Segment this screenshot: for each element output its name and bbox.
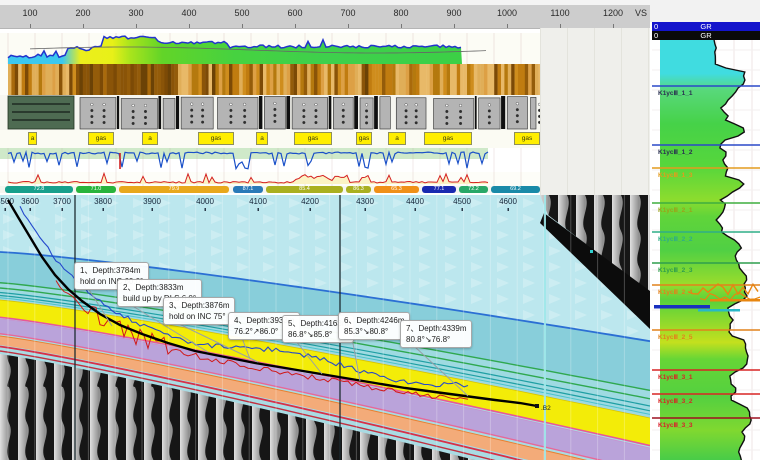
ribbon-segment: 79.9 <box>119 186 229 193</box>
ruler-tickmark <box>30 24 31 28</box>
ruler-tick: 300 <box>128 8 143 18</box>
gas-show-label: gas <box>424 132 472 145</box>
ruler-tick: 900 <box>446 8 461 18</box>
gas-show-label: gas <box>198 132 234 145</box>
ribbon-segment: 72.2 <box>459 186 488 193</box>
ribbon-segment: 77.1 <box>422 186 456 193</box>
annotation-depth-text: 7、Depth:4339m <box>406 323 466 334</box>
ribbon-segment: 72.8 <box>5 186 73 193</box>
ruler-tick: 500 <box>234 8 249 18</box>
annotation-note-text: 85.3°↘80.8° <box>344 326 404 337</box>
horizon-label: K1ycⅢ_1_1 <box>658 89 693 97</box>
ruler-tick: 1100 <box>550 8 569 18</box>
section-depth-tick: 3600 <box>21 197 39 206</box>
gas-show-label: a <box>388 132 406 145</box>
ruler-tickmark <box>242 24 243 28</box>
track-gas-shows[interactable]: a gas a gas a gas gas a gas gas <box>0 130 540 148</box>
section-depth-tick: 3700 <box>53 197 71 206</box>
annotation-depth-text: 6、Depth:4246m <box>344 315 404 326</box>
ruler-tick: 1000 <box>497 8 517 18</box>
track-gamma-curve[interactable] <box>0 33 540 64</box>
ribbon-segment: 69.2 <box>491 186 540 193</box>
horizon-label: K1ycⅢ_3_2 <box>658 397 693 405</box>
annotation-depth-text: 2、Depth:3833m <box>123 282 196 293</box>
ribbon-segment: 86.3 <box>346 186 371 193</box>
ruler-tick: 400 <box>181 8 196 18</box>
ribbon-segment: 65.3 <box>374 186 419 193</box>
horizon-label: K1ycⅢ_3_3 <box>658 421 693 429</box>
ruler-vs-label: VS <box>635 8 647 18</box>
section-depth-tick: 4200 <box>301 197 319 206</box>
type-well-gr-log[interactable]: K1ycⅢ_1_1 K1ycⅢ_1_2 K1ycⅢ_1_3 K1ycⅢ_2_1 K1yc… <box>652 40 760 460</box>
track-image-log[interactable] <box>0 64 540 95</box>
geosteering-app-window: 100 200 300 400 500 600 700 800 900 1000 1100 1200 V… <box>0 0 760 460</box>
gr-curve-name: GR <box>652 22 760 31</box>
horizon-label: K1ycⅢ_2_5 <box>658 333 693 341</box>
gas-show-label: gas <box>294 132 332 145</box>
ruler-tick: 100 <box>22 8 37 18</box>
ruler-tickmark <box>136 24 137 28</box>
depth-annotation-callout[interactable]: 7、Depth:4339m80.8°↘76.8° <box>400 320 472 348</box>
gr-curve-name: GR <box>652 31 760 40</box>
annotation-note-text: hold on INC 75° <box>169 311 229 322</box>
gas-show-label: a <box>142 132 158 145</box>
horizon-label: K1ycⅢ_2_1 <box>658 206 693 214</box>
gas-show-label: gas <box>88 132 114 145</box>
ruler-tickmark <box>189 24 190 28</box>
vs-distance-ruler[interactable]: 100 200 300 400 500 600 700 800 900 1000 1100 1200 V… <box>0 0 650 29</box>
ribbon-segment: 71.0 <box>76 186 116 193</box>
section-depth-tick: 4500 <box>453 197 471 206</box>
section-depth-tick: 3500 <box>0 197 14 206</box>
ruler-tickmark <box>348 24 349 28</box>
ruler-tickmark <box>401 24 402 28</box>
section-depth-tick: 4100 <box>249 197 267 206</box>
type-well-panel[interactable]: 0 GR 0 GR K1ycⅢ_1_1K1ycⅢ_1_2K1ycⅢ_1_3K1y… <box>652 0 760 460</box>
track-right-filler <box>540 28 650 195</box>
ruler-tick: 600 <box>287 8 302 18</box>
ribbon-segment: 87.1 <box>233 186 263 193</box>
track-lithology[interactable] <box>0 95 540 130</box>
gas-show-label: a <box>256 132 268 145</box>
gr-curve-header-blue[interactable]: 0 GR <box>652 22 760 31</box>
annotation-note-text: 80.8°↘76.8° <box>406 334 466 345</box>
section-depth-tick: 3800 <box>94 197 112 206</box>
section-depth-tick: 4000 <box>196 197 214 206</box>
ribbon-segment: 85.4 <box>266 186 343 193</box>
segment-average-ribbon[interactable]: 72.871.079.9 87.185.486.365.377.172.269.2 <box>0 186 540 193</box>
type-well-panel-header-filler <box>652 0 760 22</box>
annotation-depth-text: 1、Depth:3784m <box>80 265 143 276</box>
ruler-tickmark <box>454 24 455 28</box>
horizon-label: K1ycⅢ_1_2 <box>658 148 693 156</box>
gas-show-label: a <box>28 132 37 145</box>
horizon-label: K1ycⅢ_1_3 <box>658 171 693 179</box>
ruler-tick: 1200 <box>603 8 623 18</box>
trajectory-end-label: .B2 <box>541 405 551 412</box>
depth-annotation-callout[interactable]: 3、Depth:3876mhold on INC 75° <box>163 297 235 325</box>
horizon-label: K1ycⅢ_3_1 <box>658 373 693 381</box>
annotation-depth-text: 3、Depth:3876m <box>169 300 229 311</box>
ruler-tickmark <box>295 24 296 28</box>
section-depth-tick: 4600 <box>499 197 517 206</box>
ruler-tickmark <box>507 24 508 28</box>
horizon-label: K1ycⅢ_2_3 <box>658 266 693 274</box>
horizon-label: K1ycⅢ_2_4 <box>658 288 693 296</box>
section-depth-tick: 4400 <box>406 197 424 206</box>
ruler-tick: 200 <box>75 8 90 18</box>
track-resistivity-blue[interactable] <box>0 148 540 172</box>
ruler-tick: 800 <box>393 8 408 18</box>
ruler-tick: 700 <box>340 8 355 18</box>
section-depth-tick: 4300 <box>356 197 374 206</box>
track-total-gas-red[interactable] <box>0 172 540 186</box>
section-depth-tick: 3900 <box>143 197 161 206</box>
gr-curve-header-black[interactable]: 0 GR <box>652 31 760 40</box>
gas-show-label: gas <box>356 132 372 145</box>
gas-show-label: gas <box>514 132 540 145</box>
ruler-tickmark <box>83 24 84 28</box>
horizon-label: K1ycⅢ_2_2 <box>658 235 693 243</box>
